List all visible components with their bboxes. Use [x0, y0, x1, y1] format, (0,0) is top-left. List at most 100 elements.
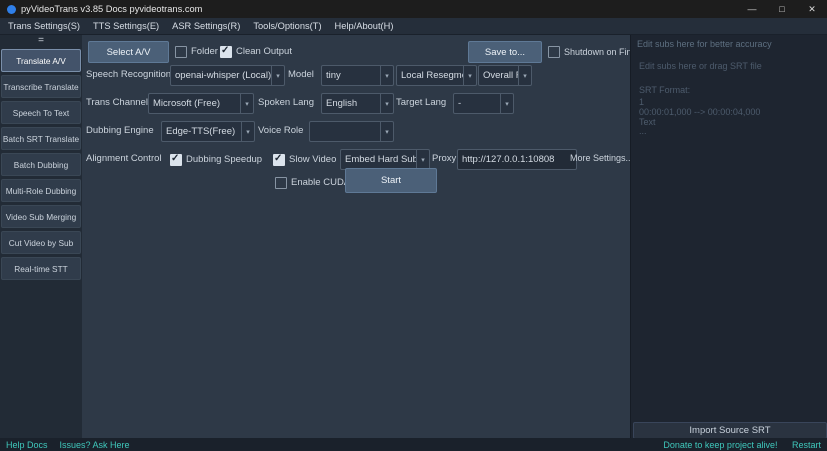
minimize-button[interactable]: — — [737, 0, 767, 18]
trans-channel-value: Microsoft (Free) — [149, 94, 240, 113]
proxy-label: Proxy — [432, 149, 456, 168]
voice-role-label: Voice Role — [258, 121, 303, 140]
enable-cuda-checkbox-box: ✓ — [275, 177, 287, 189]
chevron-down-icon: ▾ — [380, 94, 393, 113]
dubbing-engine-select[interactable]: Edge-TTS(Free) ▾ — [161, 121, 255, 142]
target-lang-value: - — [454, 94, 500, 113]
model-select[interactable]: tiny ▾ — [321, 65, 394, 86]
donate-link[interactable]: Donate to keep project alive! — [663, 440, 777, 450]
dubbing-speedup-checkbox-box: ✓ — [170, 154, 182, 166]
embed-subs-value: Embed Hard Subs — [341, 150, 416, 169]
voice-role-select[interactable]: ▾ — [309, 121, 394, 142]
trans-channel-select[interactable]: Microsoft (Free) ▾ — [148, 93, 254, 114]
chevron-down-icon: ▾ — [500, 94, 513, 113]
titlebar: pyVideoTrans v3.85 Docs pyvideotrans.com… — [0, 0, 827, 18]
spoken-lang-value: English — [322, 94, 380, 113]
shutdown-checkbox-box: ✓ — [548, 46, 560, 58]
target-lang-select[interactable]: - ▾ — [453, 93, 514, 114]
folder-checkbox[interactable]: ✓ Folder — [175, 43, 218, 60]
dubbing-engine-value: Edge-TTS(Free) — [162, 122, 241, 141]
more-settings-link[interactable]: More Settings... — [570, 149, 633, 168]
enable-cuda-checkbox[interactable]: ✓ Enable CUDA? — [275, 174, 355, 191]
start-button[interactable]: Start — [345, 168, 437, 193]
chevron-down-icon: ▾ — [380, 122, 393, 141]
clean-output-checkbox-label: Clean Output — [236, 46, 292, 57]
help-docs-link[interactable]: Help Docs — [6, 440, 48, 450]
window-controls: — □ ✕ — [737, 0, 827, 18]
speech-recognition-select[interactable]: openai-whisper (Local) ▾ — [170, 65, 285, 86]
chevron-down-icon: ▾ — [240, 94, 253, 113]
restart-link[interactable]: Restart — [792, 440, 821, 450]
menu-trans-settings[interactable]: Trans Settings(S) — [8, 21, 80, 31]
menu-tts-settings[interactable]: TTS Settings(E) — [93, 21, 159, 31]
overall-value: Overall Re — [479, 66, 518, 85]
subtitle-hint-title: Edit subs here for better accuracy — [637, 39, 772, 49]
dubbing-speedup-checkbox-label: Dubbing Speedup — [186, 154, 262, 165]
srt-format-label: SRT Format: — [639, 85, 690, 95]
menubar: Trans Settings(S) TTS Settings(E) ASR Se… — [0, 18, 827, 35]
speech-recognition-value: openai-whisper (Local) — [171, 66, 271, 85]
trans-channel-label: Trans Channel — [86, 93, 148, 112]
slow-video-checkbox-label: Slow Video — [289, 154, 336, 165]
proxy-input-value: http://127.0.0.1:10808 — [462, 154, 554, 165]
sidebar-item-batch-dubbing[interactable]: Batch Dubbing — [1, 153, 81, 176]
window-title: pyVideoTrans v3.85 Docs pyvideotrans.com — [21, 4, 202, 14]
clean-output-checkbox[interactable]: ✓ Clean Output — [220, 43, 292, 60]
maximize-button[interactable]: □ — [767, 0, 797, 18]
chevron-down-icon: ▾ — [380, 66, 393, 85]
voice-role-value — [310, 122, 380, 141]
menu-asr-settings[interactable]: ASR Settings(R) — [172, 21, 240, 31]
sidebar-item-transcribe-translate[interactable]: Transcribe Translate — [1, 75, 81, 98]
resegment-select[interactable]: Local Resegment ▾ — [396, 65, 477, 86]
sidebar-item-multi-role-dubbing[interactable]: Multi-Role Dubbing — [1, 179, 81, 202]
chevron-down-icon: ▾ — [518, 66, 531, 85]
close-button[interactable]: ✕ — [797, 0, 827, 18]
target-lang-label: Target Lang — [396, 93, 446, 112]
app-icon — [7, 5, 16, 14]
app-window: pyVideoTrans v3.85 Docs pyvideotrans.com… — [0, 0, 827, 451]
sidebar-item-translate-av[interactable]: Translate A/V — [1, 49, 81, 72]
folder-checkbox-label: Folder — [191, 46, 218, 57]
import-source-srt-button[interactable]: Import Source SRT — [633, 422, 827, 439]
check-icon: ✓ — [221, 45, 229, 56]
issues-link[interactable]: Issues? Ask Here — [60, 440, 130, 450]
statusbar-right: Donate to keep project alive! Restart — [651, 440, 821, 450]
overall-select[interactable]: Overall Re ▾ — [478, 65, 532, 86]
chevron-down-icon: ▾ — [416, 150, 429, 169]
sidebar-item-speech-to-text[interactable]: Speech To Text — [1, 101, 81, 124]
sidebar: = Translate A/V Transcribe Translate Spe… — [0, 35, 83, 439]
chevron-down-icon: ▾ — [241, 122, 254, 141]
statusbar: Help Docs Issues? Ask Here Donate to kee… — [0, 438, 827, 451]
model-label: Model — [288, 65, 314, 84]
check-icon: ✓ — [171, 153, 179, 164]
resegment-value: Local Resegment — [397, 66, 463, 85]
embed-subs-select[interactable]: Embed Hard Subs ▾ — [340, 149, 430, 170]
sidebar-item-batch-srt-translate[interactable]: Batch SRT Translate — [1, 127, 81, 150]
spoken-lang-label: Spoken Lang — [258, 93, 314, 112]
sidebar-item-video-sub-merging[interactable]: Video Sub Merging — [1, 205, 81, 228]
slow-video-checkbox-box: ✓ — [273, 154, 285, 166]
subtitle-hint-line: Edit subs here or drag SRT file — [639, 61, 762, 71]
folder-checkbox-box: ✓ — [175, 46, 187, 58]
sidebar-collapse-toggle[interactable]: = — [0, 36, 82, 46]
spoken-lang-select[interactable]: English ▾ — [321, 93, 394, 114]
dubbing-engine-label: Dubbing Engine — [86, 121, 154, 140]
srt-example-index: 1 — [639, 97, 644, 107]
subtitle-panel: Edit subs here for better accuracy Edit … — [630, 35, 827, 438]
chevron-down-icon: ▾ — [271, 66, 284, 85]
menu-help-about[interactable]: Help/About(H) — [335, 21, 394, 31]
sidebar-item-cut-video-by-sub[interactable]: Cut Video by Sub — [1, 231, 81, 254]
clean-output-checkbox-box: ✓ — [220, 46, 232, 58]
model-value: tiny — [322, 66, 380, 85]
sidebar-item-real-time-stt[interactable]: Real-time STT — [1, 257, 81, 280]
shutdown-checkbox[interactable]: ✓ Shutdown on Finish — [548, 43, 643, 60]
slow-video-checkbox[interactable]: ✓ Slow Video — [273, 151, 336, 168]
save-to-button[interactable]: Save to... — [468, 41, 542, 63]
subtitle-editor[interactable]: Edit subs here for better accuracy Edit … — [631, 35, 827, 418]
dubbing-speedup-checkbox[interactable]: ✓ Dubbing Speedup — [170, 151, 262, 168]
select-av-button[interactable]: Select A/V — [88, 41, 169, 63]
menu-tools-options[interactable]: Tools/Options(T) — [253, 21, 321, 31]
srt-example-ellipsis: ... — [639, 126, 647, 136]
proxy-input[interactable]: http://127.0.0.1:10808 — [457, 149, 577, 170]
main-panel: Select A/V ✓ Folder ✓ Clean Output Save … — [82, 35, 630, 438]
